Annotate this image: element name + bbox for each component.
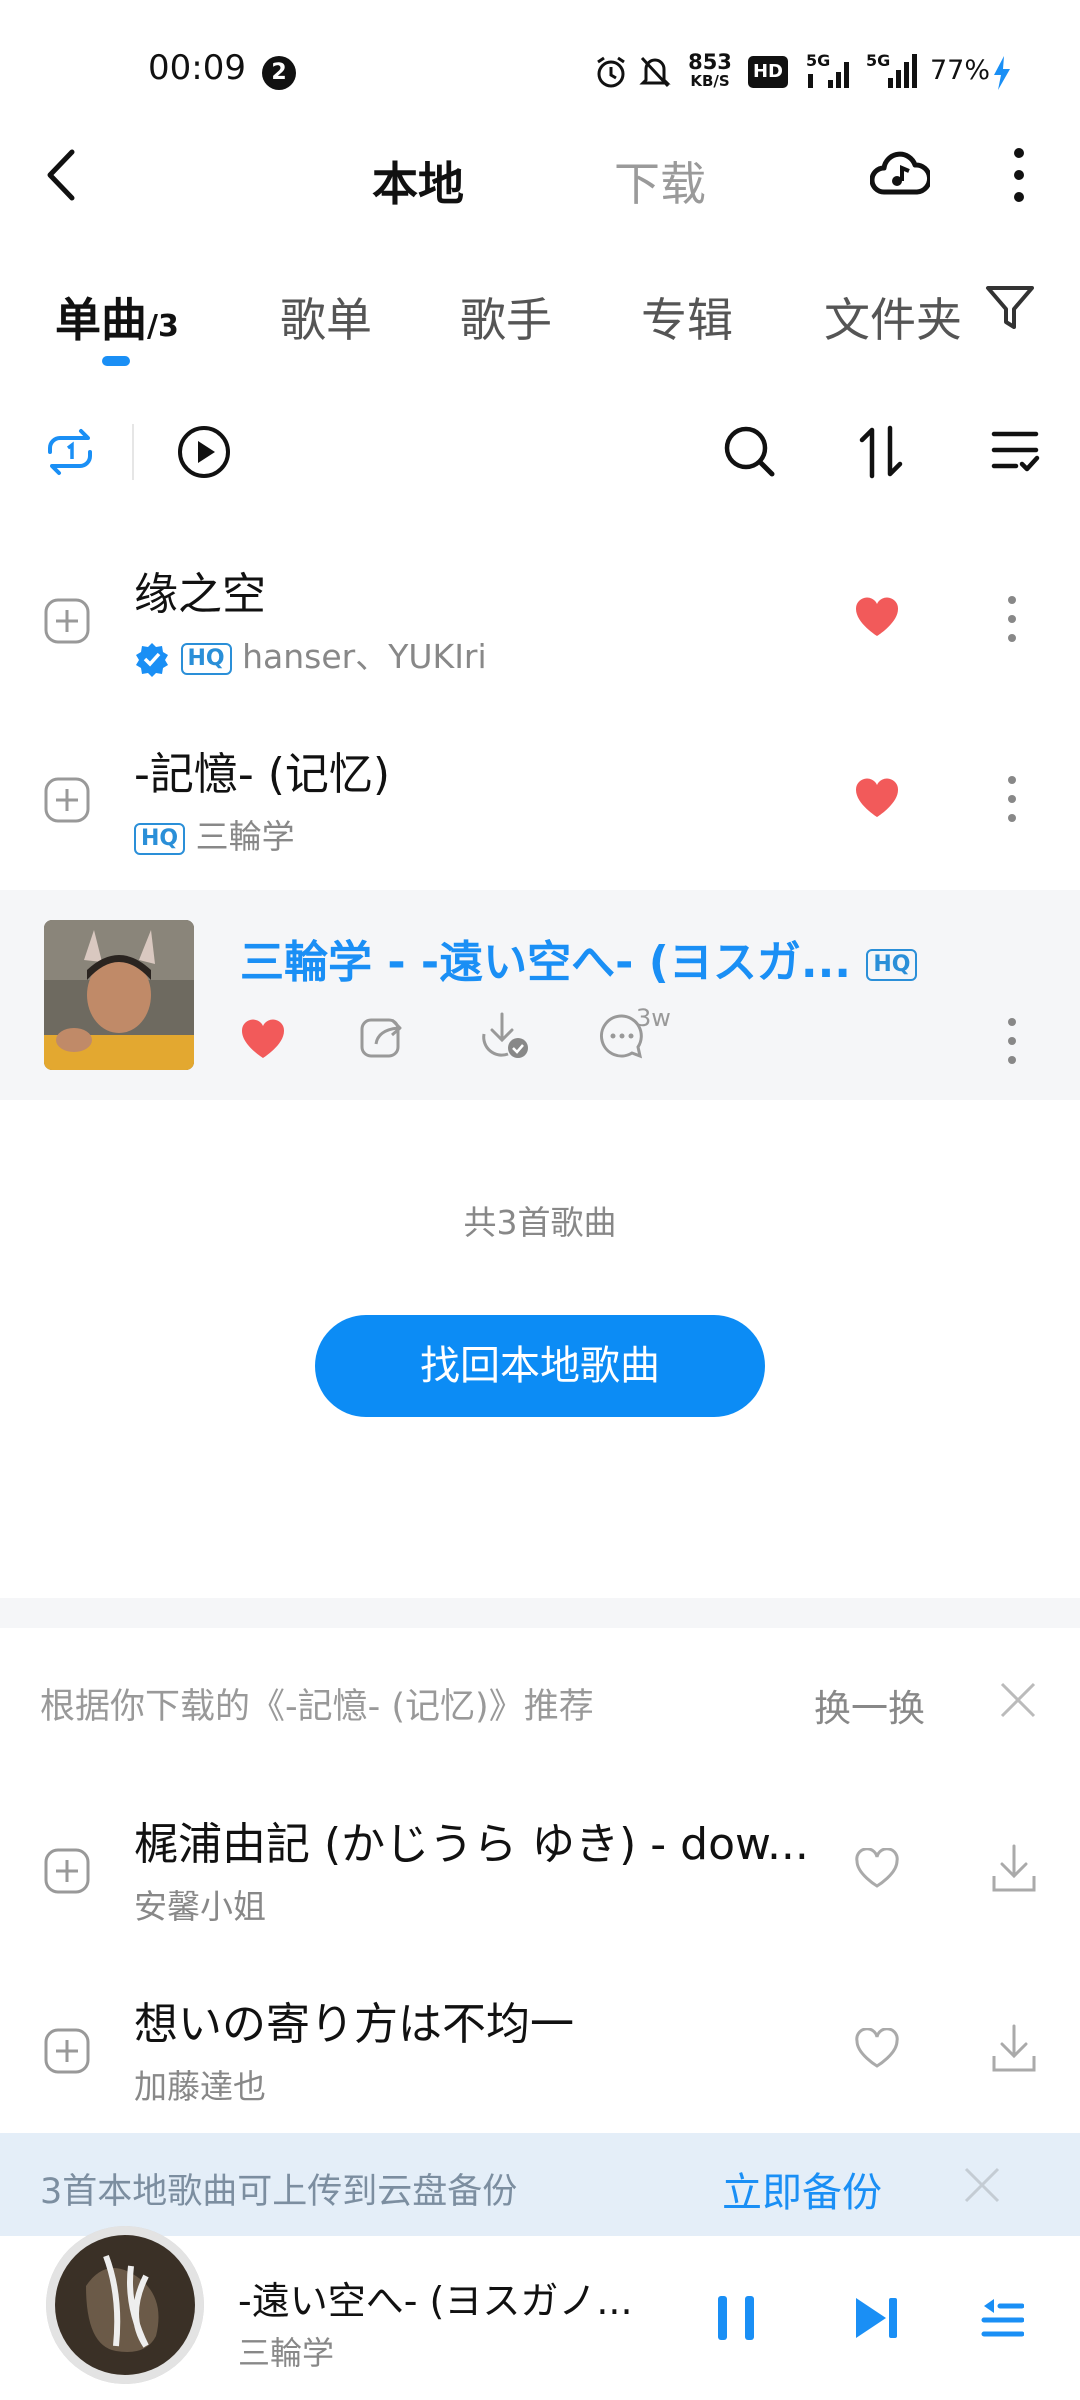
share-icon[interactable]: [358, 1012, 406, 1060]
mini-player[interactable]: -遠い空へ- (ヨスガノ... 三輪学: [0, 2226, 1080, 2400]
section-divider: [0, 1598, 1080, 1628]
tab-albums[interactable]: 专辑: [641, 284, 733, 350]
song-more-icon[interactable]: [1002, 594, 1022, 644]
batch-manage-icon[interactable]: [990, 426, 1040, 476]
tab-download[interactable]: 下载: [614, 148, 706, 214]
status-time: 00:09: [148, 48, 246, 88]
close-banner-icon[interactable]: [962, 2165, 1002, 2205]
song-title: 缘之空: [134, 569, 266, 620]
cloud-music-icon[interactable]: [870, 146, 930, 202]
hq-badge: HQ: [134, 822, 186, 855]
tab-songs-count: /3: [147, 309, 179, 344]
tab-songs[interactable]: 单曲/3: [55, 284, 179, 350]
mini-player-cover[interactable]: [46, 2226, 204, 2384]
recover-local-songs-button[interactable]: 找回本地歌曲: [315, 1315, 765, 1417]
heart-outline-icon[interactable]: [854, 2028, 900, 2070]
status-bar: 00:09 2 853 KB/S HD 5G 5G 77%: [0, 0, 1080, 140]
now-playing-title-text: 三輪学 - -遠い空へ- (ヨスガ...: [240, 937, 851, 988]
notification-count-badge: 2: [262, 56, 296, 90]
active-tab-indicator: [102, 356, 130, 366]
more-menu-icon[interactable]: [1008, 146, 1030, 204]
mini-player-artist: 三輪学: [238, 2334, 335, 2372]
add-icon[interactable]: [44, 598, 90, 644]
playlist-icon[interactable]: [980, 2294, 1024, 2342]
song-artist: 三輪学: [195, 817, 295, 856]
mini-player-title: -遠い空へ- (ヨスガノ...: [238, 2279, 633, 2323]
list-item[interactable]: 缘之空 HQ hanser、YUKIri: [0, 528, 1080, 708]
heart-filled-icon[interactable]: [240, 1018, 286, 1060]
list-item[interactable]: 梶浦由記 (かじうら ゆき) - dow... 安馨小姐: [0, 1778, 1080, 1958]
album-cover: [44, 920, 194, 1070]
signal-5g-sim2-icon: 5G: [866, 52, 920, 92]
sort-icon[interactable]: [856, 424, 908, 480]
add-icon[interactable]: [44, 2028, 90, 2074]
pause-icon[interactable]: [714, 2294, 758, 2342]
net-speed-value: 853: [688, 50, 732, 74]
now-playing-row[interactable]: 三輪学 - -遠い空へ- (ヨスガ... HQ 3w: [0, 890, 1080, 1100]
list-item[interactable]: 想いの寄り方は不均一 加藤達也: [0, 1958, 1080, 2133]
add-icon[interactable]: [44, 777, 90, 823]
download-icon[interactable]: [990, 1842, 1038, 1894]
song-more-icon[interactable]: [1002, 774, 1022, 824]
song-title: -記憶- (记忆): [134, 749, 391, 800]
hq-badge: HQ: [866, 949, 918, 981]
song-artist: 加藤達也: [134, 2067, 266, 2106]
net-speed-unit: KB/S: [690, 72, 730, 90]
song-meta: HQ 三輪学: [134, 810, 295, 858]
play-all-icon[interactable]: [176, 424, 232, 480]
charging-icon: [992, 56, 1012, 90]
alarm-icon: [593, 54, 629, 90]
hd-icon: HD: [748, 56, 788, 88]
back-button[interactable]: [40, 148, 84, 202]
filter-icon[interactable]: [984, 282, 1036, 334]
mute-icon: [638, 54, 672, 90]
heart-outline-icon[interactable]: [854, 1848, 900, 1890]
downloaded-icon[interactable]: [478, 1010, 534, 1062]
now-playing-title: 三輪学 - -遠い空へ- (ヨスガ... HQ: [240, 926, 918, 990]
backup-now-button[interactable]: 立即备份: [722, 2160, 882, 2218]
battery-percent: 77%: [930, 55, 991, 86]
close-icon[interactable]: [998, 1680, 1038, 1720]
signal-5g-icon: 5G: [806, 52, 854, 92]
swap-button[interactable]: 换一换: [814, 1678, 925, 1732]
net-speed: 853 KB/S: [684, 50, 736, 90]
song-title: 梶浦由記 (かじうら ゆき) - dow...: [134, 1819, 809, 1870]
sim1-label: 5G: [806, 51, 831, 70]
tab-artists[interactable]: 歌手: [460, 284, 552, 350]
sim2-label: 5G: [866, 51, 891, 70]
heart-filled-icon[interactable]: [854, 596, 900, 638]
search-icon[interactable]: [722, 424, 778, 480]
tab-local[interactable]: 本地: [372, 148, 464, 214]
hq-badge: HQ: [180, 642, 232, 675]
comment-count: 3w: [636, 1004, 671, 1032]
tab-folders[interactable]: 文件夹: [824, 284, 962, 350]
toolbar-divider: [132, 424, 134, 480]
song-artist: 安馨小姐: [134, 1887, 266, 1926]
next-track-icon[interactable]: [852, 2294, 900, 2342]
recommend-heading: 根据你下载的《-記憶- (记忆)》推荐: [40, 1687, 594, 1727]
song-artist: hanser、YUKIri: [242, 637, 487, 676]
song-meta: HQ hanser、YUKIri: [134, 630, 487, 678]
verified-icon: [134, 641, 170, 677]
tab-playlists[interactable]: 歌单: [280, 284, 372, 350]
backup-banner: 3首本地歌曲可上传到云盘备份 立即备份: [0, 2133, 1080, 2236]
download-icon[interactable]: [990, 2022, 1038, 2074]
backup-banner-text: 3首本地歌曲可上传到云盘备份: [40, 2172, 518, 2212]
heart-filled-icon[interactable]: [854, 777, 900, 819]
song-more-icon[interactable]: [1002, 1016, 1022, 1066]
tab-songs-label: 单曲: [55, 293, 147, 347]
list-item[interactable]: -記憶- (记忆) HQ 三輪学: [0, 708, 1080, 888]
loop-single-icon[interactable]: [44, 424, 96, 480]
song-count-text: 共3首歌曲: [463, 1203, 617, 1242]
add-icon[interactable]: [44, 1848, 90, 1894]
song-title: 想いの寄り方は不均一: [134, 1999, 574, 2050]
